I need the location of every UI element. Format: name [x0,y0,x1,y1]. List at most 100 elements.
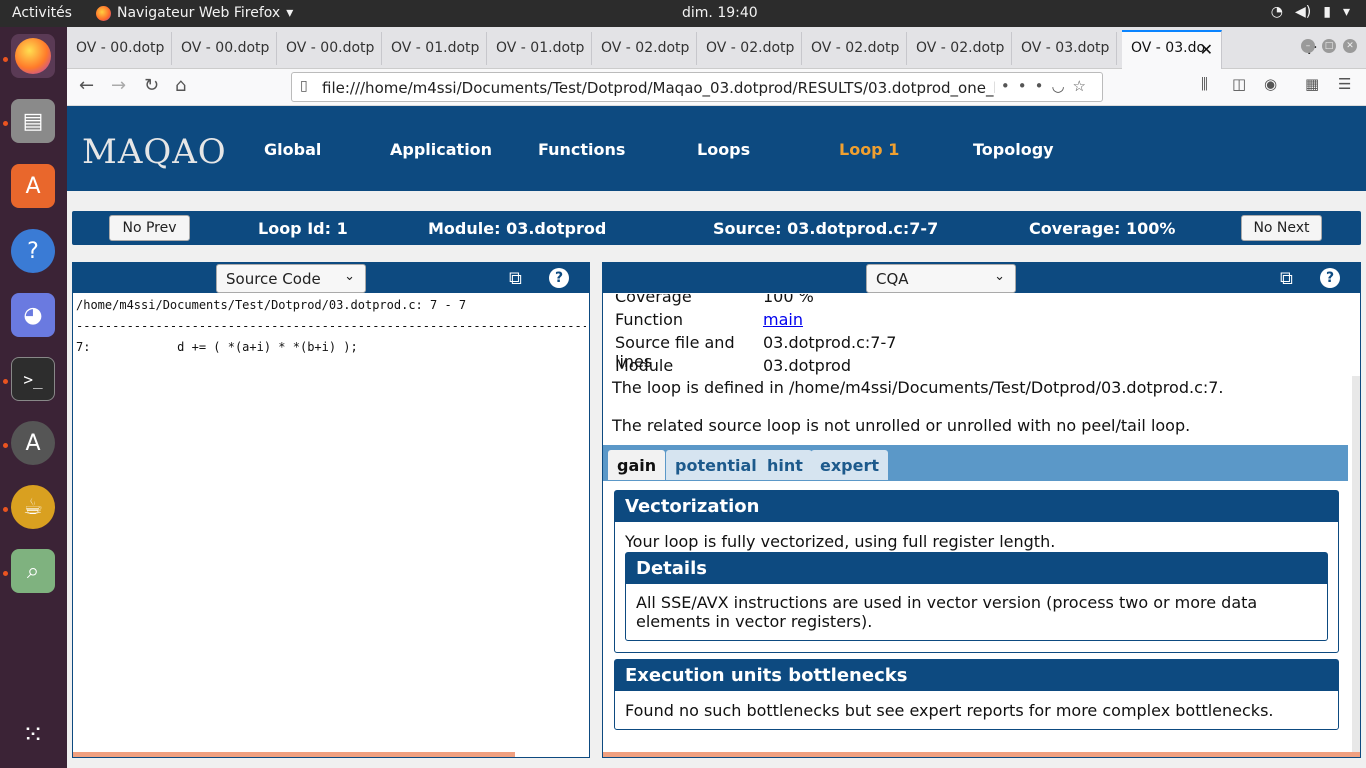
system-tray[interactable]: ◔ ◀) ▮ ▾ [1271,4,1350,20]
code-path-line: /home/m4ssi/Documents/Test/Dotprod/03.do… [76,298,467,312]
firefox-icon[interactable] [11,34,55,78]
browser-tab[interactable]: OV - 00.dotp [67,32,172,65]
panel-header: CQA ⌄ ⧉ ? [603,263,1360,293]
bookmark-star-icon[interactable]: ☆ [1073,77,1094,95]
back-icon[interactable]: ← [79,75,94,96]
more-icon[interactable]: ••• [1001,77,1052,95]
browser-tab-active[interactable]: OV - 03.do ✕ [1122,30,1222,69]
browser-nav-bar: ← → ↻ ⌂ ▯ file:///home/m4ssi/Documents/T… [67,69,1366,106]
url-text: file:///home/m4ssi/Documents/Test/Dotpro… [322,79,1037,97]
activities-button[interactable]: Activités [12,5,72,21]
no-next-button[interactable]: No Next [1241,215,1322,241]
chevron-down-icon: ▾ [286,5,294,21]
loop-source: Source: 03.dotprod.c:7-7 [713,219,939,238]
info-value-wrap: main [763,310,803,329]
account-icon[interactable]: ◉ [1264,75,1277,93]
url-tools: •••◡☆ [994,77,1094,95]
loop-coverage: Coverage: 100% [1029,219,1176,238]
tab-gain[interactable]: gain [608,450,666,480]
help-icon[interactable]: ? [11,229,55,273]
external-link-icon[interactable]: ⧉ [509,268,522,289]
vectorization-box: Vectorization Your loop is fully vectori… [614,490,1339,653]
details-title: Details [626,553,1327,584]
minimize-icon[interactable]: – [1301,39,1315,53]
running-indicator [3,507,8,512]
external-link-icon[interactable]: ⧉ [1280,268,1293,289]
horizontal-scrollbar[interactable] [73,752,515,757]
discord-icon[interactable]: ◕ [11,293,55,337]
terminal-icon[interactable]: >_ [11,357,55,401]
function-link[interactable]: main [763,310,803,329]
teapot-icon[interactable]: ☕ [11,485,55,529]
browser-tab[interactable]: OV - 00.dotp [277,32,382,65]
files-icon[interactable]: ▤ [11,99,55,143]
info-value: 03.dotprod.c:7-7 [763,333,897,352]
app-grid-icon[interactable]: ⁙ [11,713,55,757]
tab-label: OV - 02.dotp [916,40,1005,56]
nav-topology[interactable]: Topology [973,140,1054,159]
reload-icon[interactable]: ↻ [144,75,159,96]
view-select[interactable]: CQA ⌄ [866,264,1016,293]
extensions-icon[interactable]: ▦ [1305,75,1319,93]
maqao-logo[interactable]: MAQAO [82,132,227,172]
app-menu[interactable]: Navigateur Web Firefox ▾ [96,5,293,21]
browser-tab[interactable]: OV - 02.dotp [802,32,907,65]
library-icon[interactable]: ⫼ [1201,75,1208,93]
chevron-down-icon: ▾ [1342,4,1350,20]
image-viewer-icon[interactable]: ⌕ [11,549,55,593]
loop-module: Module: 03.dotprod [428,219,607,238]
browser-tab[interactable]: OV - 03.dotp [1012,32,1117,65]
dock: ▤ A ? ◕ >_ A ☕ ⌕ ⁙ [0,27,67,768]
tab-label: OV - 02.dotp [706,40,795,56]
battery-icon: ▮ [1323,4,1331,20]
browser-tab[interactable]: OV - 01.dotp [487,32,592,65]
info-key: Coverage [615,294,692,306]
menu-icon[interactable]: ☰ [1338,75,1351,93]
unrolled-text: The related source loop is not unrolled … [612,416,1191,435]
tab-hint[interactable]: hint [758,450,812,480]
cqa-panel: CQA ⌄ ⧉ ? Coverage 100 % Function main S… [602,262,1361,758]
tab-potential[interactable]: potential [666,450,766,480]
loop-defined-text: The loop is defined in /home/m4ssi/Docum… [612,378,1224,397]
forward-icon[interactable]: → [111,75,126,96]
software-icon[interactable]: A [11,164,55,208]
nav-functions[interactable]: Functions [538,140,625,159]
nav-global[interactable]: Global [264,140,321,159]
view-select[interactable]: Source Code ⌄ [216,264,366,293]
browser-tab[interactable]: OV - 00.dotp [172,32,277,65]
close-tab-icon[interactable]: ✕ [1200,40,1213,59]
close-window-icon[interactable]: ✕ [1343,39,1357,53]
running-indicator [3,443,8,448]
nav-loops[interactable]: Loops [697,140,750,159]
help-icon[interactable]: ? [1320,268,1340,288]
view-select-value: CQA [876,270,909,288]
pocket-icon[interactable]: ◡ [1051,77,1072,95]
browser-tab[interactable]: OV - 02.dotp [697,32,802,65]
info-value: 03.dotprod [763,356,851,375]
help-icon[interactable]: ? [549,268,569,288]
horizontal-scrollbar[interactable] [603,752,1360,757]
nav-loop-1[interactable]: Loop 1 [839,140,899,159]
vertical-scrollbar[interactable] [1352,376,1360,756]
browser-tab-strip: OV - 00.dotp OV - 00.dotp OV - 00.dotp O… [67,27,1366,69]
browser-tab[interactable]: OV - 02.dotp [592,32,697,65]
browser-tab[interactable]: OV - 02.dotp [907,32,1012,65]
code-line: 7: d += ( *(a+i) * *(b+i) ); [76,340,358,354]
home-icon[interactable]: ⌂ [175,75,186,96]
browser-tab[interactable]: OV - 01.dotp [382,32,487,65]
update-icon[interactable]: A [11,421,55,465]
info-key: Function [615,310,684,329]
running-indicator [3,379,8,384]
nav-application[interactable]: Application [390,140,492,159]
chevron-down-icon: ⌄ [994,269,1005,284]
no-prev-button[interactable]: No Prev [109,215,190,241]
maximize-icon[interactable]: □ [1322,39,1336,53]
clock[interactable]: dim. 19:40 [682,5,758,21]
page-icon: ▯ [300,78,308,94]
sidebar-icon[interactable]: ◫ [1232,75,1246,93]
bottlenecks-text: Found no such bottlenecks but see expert… [625,701,1274,720]
url-bar[interactable]: ▯ file:///home/m4ssi/Documents/Test/Dotp… [291,72,1103,102]
code-separator: ----------------------------------------… [76,319,586,333]
tab-expert[interactable]: expert [811,450,889,480]
tab-label: OV - 01.dotp [496,40,585,56]
